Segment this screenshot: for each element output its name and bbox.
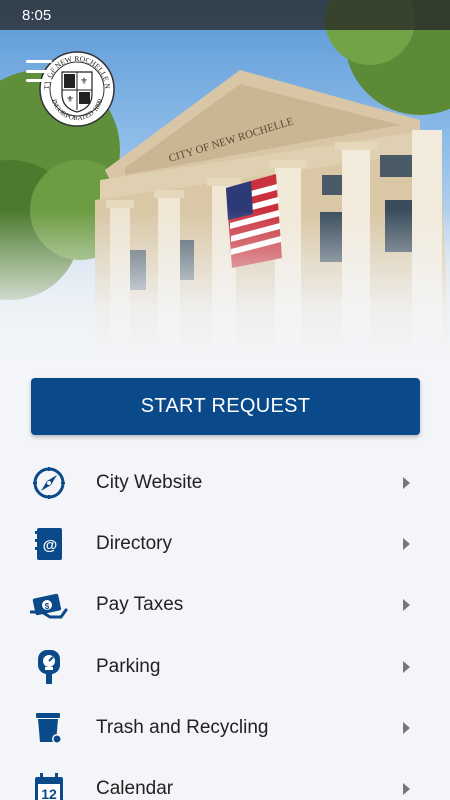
menu-item-label: Pay Taxes xyxy=(96,594,184,616)
chevron-right-icon xyxy=(403,476,410,489)
parking-meter-icon xyxy=(30,648,68,686)
menu-item-pay-taxes[interactable]: $ Pay Taxes xyxy=(0,575,450,636)
chevron-right-icon xyxy=(403,721,410,734)
menu-item-label: Directory xyxy=(96,532,173,554)
chevron-right-icon xyxy=(403,537,410,550)
menu-line xyxy=(26,69,52,73)
menu-item-label: Parking xyxy=(96,655,161,677)
trash-bin-icon xyxy=(30,709,68,747)
status-time: 8:05 xyxy=(22,6,52,24)
menu-item-label: Trash and Recycling xyxy=(96,716,269,738)
chevron-right-icon xyxy=(403,599,410,612)
svg-text:$: $ xyxy=(45,602,50,611)
start-request-button[interactable]: START REQUEST xyxy=(31,378,420,435)
services-menu: City Website @ Directory $ Pay Taxes Par… xyxy=(0,452,450,800)
menu-item-city-website[interactable]: City Website xyxy=(0,452,450,513)
svg-text:12: 12 xyxy=(41,786,57,800)
menu-item-label: City Website xyxy=(96,471,203,493)
svg-text:⚜: ⚜ xyxy=(66,94,74,104)
menu-item-label: Calendar xyxy=(96,778,174,800)
menu-item-directory[interactable]: @ Directory xyxy=(0,513,450,574)
menu-item-parking[interactable]: Parking xyxy=(0,636,450,697)
menu-line xyxy=(26,60,52,63)
calendar-icon: 12 xyxy=(30,770,68,800)
svg-text:⚜: ⚜ xyxy=(80,76,88,86)
header-fade xyxy=(0,210,450,360)
cash-payment-icon: $ xyxy=(30,586,68,624)
chevron-right-icon xyxy=(403,783,410,796)
address-book-icon: @ xyxy=(30,525,68,563)
menu-item-trash-and-recycling[interactable]: Trash and Recycling xyxy=(0,697,450,758)
compass-icon xyxy=(30,464,68,502)
hamburger-menu-button[interactable] xyxy=(26,60,52,82)
svg-text:@: @ xyxy=(43,537,58,554)
menu-line xyxy=(26,79,52,82)
status-bar: 8:05 xyxy=(0,0,450,30)
chevron-right-icon xyxy=(403,660,410,673)
menu-item-calendar[interactable]: 12 Calendar xyxy=(0,758,450,800)
